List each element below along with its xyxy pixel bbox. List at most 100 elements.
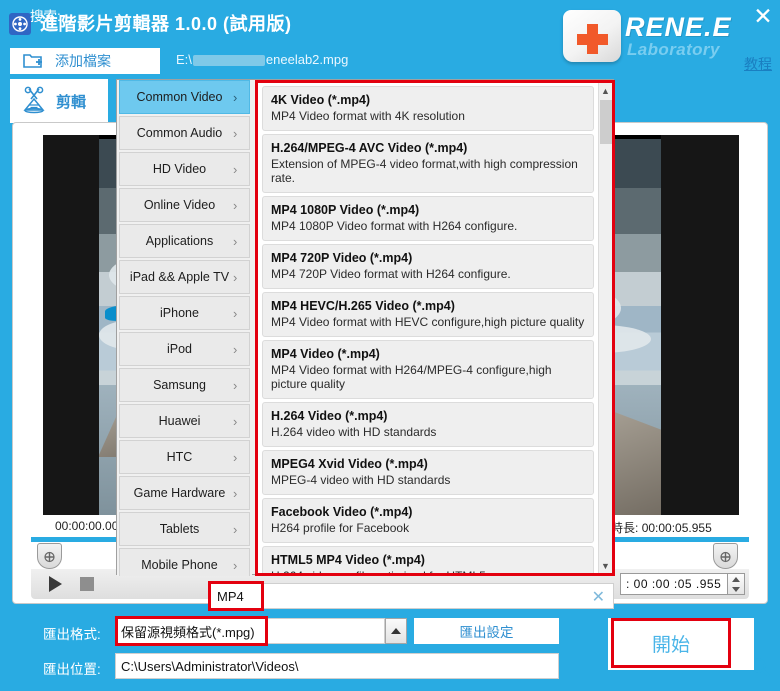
scissors-icon	[19, 86, 49, 116]
category-item[interactable]: HD Video ›	[119, 152, 250, 186]
category-item-label: HTC	[166, 450, 193, 464]
chevron-right-icon: ›	[233, 197, 238, 213]
format-item[interactable]: HTML5 MP4 Video (*.mp4) H.264 video profi…	[262, 546, 594, 573]
chevron-right-icon: ›	[233, 89, 238, 105]
format-item-title: H.264/MPEG-4 AVC Video (*.mp4)	[271, 141, 468, 155]
brand-name: RENE.E	[625, 12, 732, 42]
format-search-row: ✕ MP4	[116, 581, 614, 611]
start-button[interactable]: 開始	[611, 618, 731, 668]
format-item[interactable]: MPEG4 Xvid Video (*.mp4) MPEG-4 video wit…	[262, 450, 594, 495]
end-time-value[interactable]: : 00 :00 :05 .955	[620, 573, 728, 595]
tutorial-link[interactable]: 教程	[744, 54, 772, 74]
format-item-title: MP4 1080P Video (*.mp4)	[271, 203, 420, 217]
chevron-up-icon[interactable]	[732, 576, 740, 582]
format-item[interactable]: MP4 HEVC/H.265 Video (*.mp4) MP4 Video fo…	[262, 292, 594, 337]
category-item-label: Common Video	[136, 90, 223, 104]
chevron-up-icon	[391, 628, 401, 634]
category-item[interactable]: Online Video ›	[119, 188, 250, 222]
export-location-input[interactable]: C:\Users\Administrator\Videos\	[115, 653, 559, 679]
export-settings-button[interactable]: 匯出設定	[414, 618, 559, 644]
export-format-label: 匯出格式:	[43, 627, 101, 642]
chevron-right-icon: ›	[233, 233, 238, 249]
category-item-label: Game Hardware	[133, 486, 226, 500]
duration-label: 時長:	[611, 521, 639, 535]
category-item[interactable]: Samsung ›	[119, 368, 250, 402]
chevron-right-icon: ›	[233, 449, 238, 465]
format-item[interactable]: Facebook Video (*.mp4) H264 profile for F…	[262, 498, 594, 543]
format-item-title: MP4 Video (*.mp4)	[271, 347, 380, 361]
chevron-right-icon: ›	[233, 413, 238, 429]
scroll-down-icon[interactable]: ▼	[599, 558, 612, 573]
output-duration: 時長: 00:00:05.955	[611, 519, 712, 536]
format-list: 4K Video (*.mp4) MP4 Video format with 4K…	[258, 83, 598, 573]
chevron-right-icon: ›	[233, 377, 238, 393]
chevron-right-icon: ›	[233, 161, 238, 177]
duration-value: 00:00:05.955	[641, 521, 712, 535]
format-item-desc: H.264 video with HD standards	[271, 425, 437, 439]
search-value[interactable]: MP4	[208, 581, 264, 611]
export-location-label: 匯出位置:	[43, 662, 101, 677]
tab-edit[interactable]: 剪輯	[10, 79, 108, 123]
category-item[interactable]: Game Hardware ›	[119, 476, 250, 510]
category-item[interactable]: HTC ›	[119, 440, 250, 474]
format-item-desc: MP4 Video format with 4K resolution	[271, 109, 465, 123]
format-item[interactable]: MP4 1080P Video (*.mp4) MP4 1080P Video f…	[262, 196, 594, 241]
format-item-title: MP4 HEVC/H.265 Video (*.mp4)	[271, 299, 455, 313]
application-window: 進階影片剪輯器 1.0.0 (試用版) ✕ RENE.E Laboratory …	[0, 0, 780, 691]
format-item-desc: Extension of MPEG-4 video format,with hi…	[271, 157, 578, 185]
stepper-arrows[interactable]	[728, 573, 745, 595]
scroll-up-icon[interactable]: ▲	[599, 83, 612, 98]
format-item-title: 4K Video (*.mp4)	[271, 93, 371, 107]
search-label: 搜索:	[30, 9, 61, 24]
format-item[interactable]: H.264 Video (*.mp4) H.264 video with HD s…	[262, 402, 594, 447]
scrollbar-thumb[interactable]	[600, 100, 612, 144]
chevron-down-icon[interactable]	[732, 586, 740, 592]
brand-logo: RENE.E Laboratory	[563, 4, 768, 68]
brand-subtitle: Laboratory	[627, 40, 720, 59]
current-file-path: E:\ eneelab2.mpg	[176, 52, 348, 67]
chevron-right-icon: ›	[233, 521, 238, 537]
category-item-label: Mobile Phone	[141, 558, 218, 572]
end-time-stepper[interactable]: : 00 :00 :05 .955	[620, 573, 745, 595]
format-item[interactable]: 4K Video (*.mp4) MP4 Video format with 4K…	[262, 86, 594, 131]
play-icon[interactable]	[49, 576, 62, 592]
folder-add-icon	[23, 52, 43, 70]
category-item-label: Huawei	[158, 414, 201, 428]
format-item-desc: MPEG-4 video with HD standards	[271, 473, 451, 487]
chevron-right-icon: ›	[233, 485, 238, 501]
clear-search-icon[interactable]: ✕	[592, 587, 605, 607]
category-item[interactable]: Tablets ›	[119, 512, 250, 546]
category-item-label: iPod	[166, 342, 193, 356]
category-item[interactable]: iPad && Apple TV ›	[119, 260, 250, 294]
red-cross-key-icon	[563, 10, 621, 62]
category-item[interactable]: Mobile Phone ›	[119, 548, 250, 576]
category-item[interactable]: Huawei ›	[119, 404, 250, 438]
format-list-scrollbar[interactable]: ▲ ▼	[598, 83, 612, 573]
category-item-label: Samsung	[153, 378, 206, 392]
stop-icon[interactable]	[80, 577, 94, 591]
redacted-path-segment	[192, 55, 265, 67]
chevron-right-icon: ›	[233, 305, 238, 321]
category-item-label: HD Video	[152, 162, 207, 176]
format-item[interactable]: H.264/MPEG-4 AVC Video (*.mp4) Extension …	[262, 134, 594, 193]
format-item-title: Facebook Video (*.mp4)	[271, 505, 413, 519]
format-item-desc: H.264 video profile optimized for HTML5	[271, 569, 585, 573]
format-item[interactable]: MP4 720P Video (*.mp4) MP4 720P Video for…	[262, 244, 594, 289]
format-item-desc: MP4 720P Video format with H264 configur…	[271, 267, 511, 281]
format-category-list: Common Video › Common Audio › HD Video › Onlin…	[117, 80, 252, 576]
chevron-right-icon: ›	[233, 125, 238, 141]
export-format-value[interactable]: 保留源視頻格式(*.mpg)	[115, 616, 268, 646]
format-item[interactable]: MP4 Video (*.mp4) MP4 Video format with H…	[262, 340, 594, 399]
category-item-label: iPad && Apple TV	[129, 270, 230, 284]
trim-handle-start[interactable]	[37, 543, 62, 569]
category-item[interactable]: iPod ›	[119, 332, 250, 366]
category-item[interactable]: Applications ›	[119, 224, 250, 258]
add-file-button[interactable]: 添加檔案	[10, 48, 160, 74]
export-format-dropdown-toggle[interactable]	[385, 618, 407, 644]
trim-handle-end[interactable]	[713, 543, 738, 569]
category-item-label: Online Video	[143, 198, 216, 212]
search-input[interactable]: ✕	[210, 583, 614, 609]
category-item[interactable]: Common Video ›	[119, 80, 250, 114]
category-item[interactable]: Common Audio ›	[119, 116, 250, 150]
category-item[interactable]: iPhone ›	[119, 296, 250, 330]
